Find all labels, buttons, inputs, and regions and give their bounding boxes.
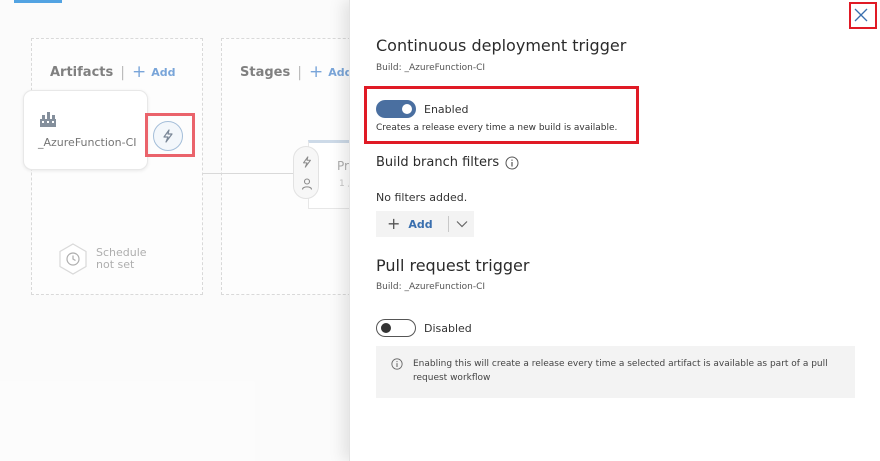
header-separator: |	[120, 64, 125, 81]
pr-notice-text: Enabling this will create a release ever…	[413, 359, 828, 383]
toggle-knob	[381, 323, 391, 333]
release-pipeline-editor: Artifacts | + Add _AzureFunction-CI Sche…	[0, 0, 880, 461]
no-filters-text: No filters added.	[376, 191, 468, 204]
add-stage-label: Add	[328, 66, 350, 79]
info-icon	[391, 358, 403, 370]
info-icon[interactable]	[505, 156, 519, 170]
add-artifact-label: Add	[151, 66, 176, 79]
triggers-panel: Continuous deployment trigger Build: _Az…	[349, 0, 880, 461]
pr-trigger-title: Pull request trigger	[376, 256, 530, 275]
branch-filters-title: Build branch filters	[376, 155, 500, 170]
schedule-trigger[interactable]: Schedule not set	[58, 243, 147, 275]
add-artifact-button[interactable]: + Add	[132, 64, 176, 81]
pr-info-notice: Enabling this will create a release ever…	[376, 346, 855, 398]
pr-toggle-label: Disabled	[424, 322, 472, 335]
add-filter-dropdown[interactable]	[449, 220, 474, 228]
person-icon	[301, 178, 313, 190]
lightning-icon	[303, 156, 311, 168]
artifact-card[interactable]: _AzureFunction-CI	[23, 90, 148, 170]
add-filter-button[interactable]: + Add	[376, 216, 448, 232]
cd-trigger-build: Build: _AzureFunction-CI	[376, 63, 486, 73]
artifacts-title: Artifacts	[50, 65, 114, 80]
plus-icon: +	[131, 62, 147, 82]
pr-trigger-toggle[interactable]	[376, 319, 416, 337]
active-tab-indicator	[14, 0, 62, 3]
header-separator: |	[297, 64, 302, 81]
add-stage-button[interactable]: + Add	[309, 64, 350, 81]
chevron-down-icon	[456, 221, 467, 228]
pipeline-canvas: Artifacts | + Add _AzureFunction-CI Sche…	[0, 0, 350, 461]
pipeline-connector	[203, 173, 293, 174]
schedule-label-line2: not set	[96, 258, 135, 271]
pre-deployment-conditions[interactable]	[293, 146, 319, 199]
artifacts-header: Artifacts | + Add	[50, 64, 175, 81]
stage-name: Pr	[337, 159, 349, 173]
stages-title: Stages	[240, 65, 291, 80]
add-filter-label: Add	[408, 217, 433, 231]
enabled-highlight-box	[364, 86, 639, 144]
stages-header: Stages | + Add	[240, 64, 350, 81]
plus-icon: +	[308, 62, 324, 82]
close-highlight-box	[849, 2, 877, 29]
cd-trigger-title: Continuous deployment trigger	[376, 36, 627, 55]
trigger-highlight-box	[145, 113, 195, 157]
clock-icon	[59, 243, 87, 275]
schedule-label: Schedule not set	[96, 247, 147, 271]
add-filter-split-button: + Add	[376, 211, 474, 237]
artifact-name: _AzureFunction-CI	[38, 136, 137, 149]
pr-trigger-build: Build: _AzureFunction-CI	[376, 282, 486, 292]
branch-filters-header: Build branch filters	[376, 155, 519, 170]
plus-icon: +	[387, 214, 401, 233]
build-icon	[40, 112, 56, 127]
